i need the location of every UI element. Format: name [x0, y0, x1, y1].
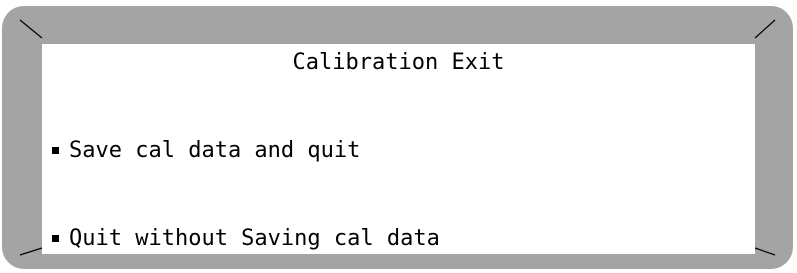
- bullet-square-icon: [52, 147, 59, 154]
- menu-item-label: Quit without Saving cal data: [69, 226, 440, 251]
- display-bezel: Calibration Exit Save cal data and quit …: [2, 6, 793, 269]
- menu-item-quit-without-saving[interactable]: Quit without Saving cal data: [52, 226, 440, 251]
- screen-title: Calibration Exit: [292, 50, 505, 75]
- menu-item-save-and-quit[interactable]: Save cal data and quit: [52, 138, 360, 163]
- menu-item-label: Save cal data and quit: [69, 138, 361, 163]
- bullet-square-icon: [52, 235, 59, 242]
- lcd-screen: Calibration Exit Save cal data and quit …: [42, 44, 755, 254]
